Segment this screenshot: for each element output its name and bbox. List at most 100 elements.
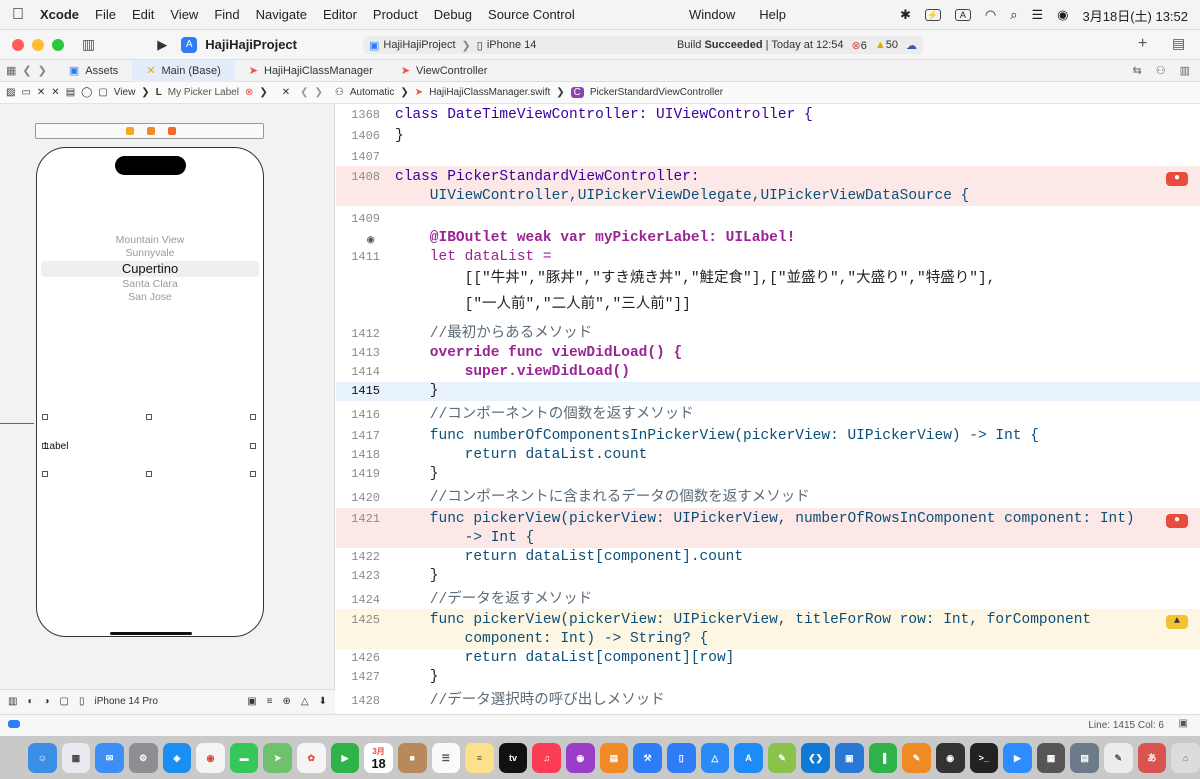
vscode-icon[interactable]: ❮❯ — [801, 742, 830, 773]
interface-builder-canvas[interactable]: Mountain View Sunnyvale Cupertino Santa … — [0, 104, 335, 714]
exit-icon[interactable] — [168, 127, 176, 135]
app-store-icon[interactable]: A — [734, 742, 763, 773]
embed-icon[interactable]: ⬇ — [319, 696, 327, 707]
menu-debug[interactable]: Debug — [434, 7, 472, 22]
pages-icon[interactable]: ✎ — [902, 742, 931, 773]
terminal-icon[interactable]: >_ — [969, 742, 999, 773]
editor-jump-file[interactable]: HajiHajiClassManager.swift — [429, 87, 550, 98]
forward-icon[interactable]: ❯ — [315, 87, 323, 98]
menu-find[interactable]: Find — [214, 7, 239, 22]
dictionary-icon[interactable]: あ — [1137, 742, 1167, 773]
trash-icon[interactable]: ⌂ — [1171, 742, 1200, 773]
launchpad-icon[interactable]: ▦ — [61, 742, 91, 773]
iphone-frame[interactable]: Mountain View Sunnyvale Cupertino Santa … — [36, 147, 264, 637]
my-picker-label[interactable]: Label — [44, 441, 68, 452]
device-config-label[interactable]: iPhone 14 Pro — [95, 696, 158, 707]
orientation-icon[interactable]: ◑ — [44, 696, 50, 707]
ib-jump-item[interactable]: My Picker Label — [168, 87, 239, 98]
numbers-icon[interactable]: ▐ — [868, 742, 898, 773]
grid-icon[interactable]: ▦ — [6, 64, 16, 77]
menu-editor[interactable]: Editor — [323, 7, 357, 22]
debug-area-toggle-icon[interactable] — [8, 720, 20, 728]
add-library-icon[interactable]: + — [1138, 35, 1147, 53]
related-items-icon[interactable]: ⚇ — [1156, 64, 1166, 77]
zoom-window-button[interactable] — [52, 38, 64, 51]
resize-handle[interactable] — [42, 414, 48, 420]
finder-icon[interactable]: ☺ — [28, 742, 57, 773]
canvas-option-icon[interactable]: ▢ — [60, 696, 69, 707]
books-icon[interactable]: ▤ — [599, 742, 629, 773]
resize-handle[interactable] — [250, 471, 256, 477]
error-marker-icon[interactable]: ● — [1166, 172, 1188, 186]
scheme-activity-bar[interactable]: ▣ HajiHajiProject ❯ ▯ iPhone 14 Build Su… — [363, 36, 923, 54]
close-editor-icon[interactable]: ✕ — [282, 87, 290, 98]
podcasts-icon[interactable]: ◉ — [566, 742, 595, 773]
tab-main-storyboard[interactable]: ✕ Main (Base) — [132, 59, 235, 82]
view-controller-icon[interactable] — [126, 127, 134, 135]
close-window-button[interactable] — [12, 38, 24, 51]
resize-handle[interactable] — [250, 443, 256, 449]
battery-icon[interactable]: ⚡ — [924, 9, 941, 21]
scene-icon[interactable]: ✕ — [37, 87, 45, 98]
maps-icon[interactable]: ➤ — [263, 742, 292, 773]
zoom-icon[interactable]: ▶ — [1003, 742, 1032, 773]
keynote-icon[interactable]: ▣ — [835, 742, 864, 773]
editor-options-icon[interactable]: ▥ — [1180, 64, 1190, 77]
resize-handle[interactable] — [250, 414, 256, 420]
picker-view[interactable]: Mountain View Sunnyvale Cupertino Santa … — [41, 234, 259, 304]
notes-icon[interactable]: ≡ — [465, 742, 494, 773]
input-source-icon[interactable]: A — [954, 9, 971, 21]
menu-navigate[interactable]: Navigate — [256, 7, 307, 22]
calendar-icon[interactable]: 3月 18 — [364, 742, 393, 773]
simulator-icon[interactable]: ▯ — [666, 742, 696, 773]
tab-view-controller[interactable]: ➤ ViewController — [387, 60, 502, 82]
editor-mode-automatic[interactable]: Automatic — [350, 87, 394, 98]
facetime-icon[interactable]: ▶ — [330, 742, 360, 773]
resize-handle[interactable] — [146, 414, 152, 420]
contacts-icon[interactable]: ■ — [397, 742, 427, 773]
update-frames-icon[interactable]: ▣ — [247, 696, 256, 707]
navigator-toggle-icon[interactable]: ▥ — [82, 36, 95, 53]
document-outline-toggle-icon[interactable]: ▥ — [8, 696, 17, 707]
instruments-icon[interactable]: △ — [700, 742, 730, 773]
folder-icon[interactable]: ▭ — [21, 87, 30, 98]
back-icon[interactable]: ❮ — [300, 87, 308, 98]
apple-tv-icon[interactable]: tv — [498, 742, 528, 773]
debug-area-panel-icon[interactable]: ▣ — [1179, 718, 1188, 729]
chrome-icon[interactable]: ◉ — [196, 742, 225, 773]
first-responder-icon[interactable] — [147, 127, 155, 135]
messages-icon[interactable]: ▬ — [229, 742, 259, 773]
menu-window[interactable]: Window — [689, 7, 735, 22]
circle-icon[interactable]: ◯ — [81, 87, 92, 98]
menu-edit[interactable]: Edit — [132, 7, 154, 22]
mail-icon[interactable]: ✉ — [95, 742, 124, 773]
github-icon[interactable]: ◉ — [935, 742, 965, 773]
warning-count-badge[interactable]: ▲50 — [875, 39, 898, 51]
calculator-icon[interactable]: ▦ — [1036, 742, 1066, 773]
minimize-window-button[interactable] — [32, 38, 44, 51]
menu-file[interactable]: File — [95, 7, 116, 22]
wifi-icon[interactable]: ◠ — [985, 7, 996, 23]
preview-icon[interactable]: ▤ — [1070, 742, 1099, 773]
system-settings-icon[interactable]: ⚙ — [128, 742, 158, 773]
music-icon[interactable]: ♫ — [532, 742, 561, 773]
cloud-icon[interactable]: ☁ — [906, 39, 917, 52]
error-count-badge[interactable]: ⊗6 — [852, 39, 867, 52]
issue-error-icon[interactable]: ⊗ — [245, 87, 253, 98]
forward-icon[interactable]: ❯ — [38, 64, 47, 77]
bluetooth-icon[interactable]: ✱ — [900, 7, 911, 23]
menu-product[interactable]: Product — [373, 7, 418, 22]
resolve-issues-icon[interactable]: △ — [301, 696, 309, 707]
run-button[interactable]: ▶ — [157, 37, 167, 53]
reminders-icon[interactable]: ☰ — [431, 742, 461, 773]
run-destination[interactable]: iPhone 14 — [487, 39, 537, 51]
menu-app[interactable]: Xcode — [40, 7, 79, 22]
split-editor-icon[interactable]: ⇆ — [1133, 64, 1142, 77]
scene-icon[interactable]: ▤ — [66, 87, 75, 98]
scheme-target[interactable]: HajiHajiProject — [383, 39, 455, 51]
warning-marker-icon[interactable]: ▲ — [1166, 615, 1188, 629]
menu-view[interactable]: View — [170, 7, 198, 22]
align-icon[interactable]: ≡ — [267, 696, 273, 707]
safari-icon[interactable]: ◈ — [162, 742, 192, 773]
photos-icon[interactable]: ✿ — [297, 742, 326, 773]
